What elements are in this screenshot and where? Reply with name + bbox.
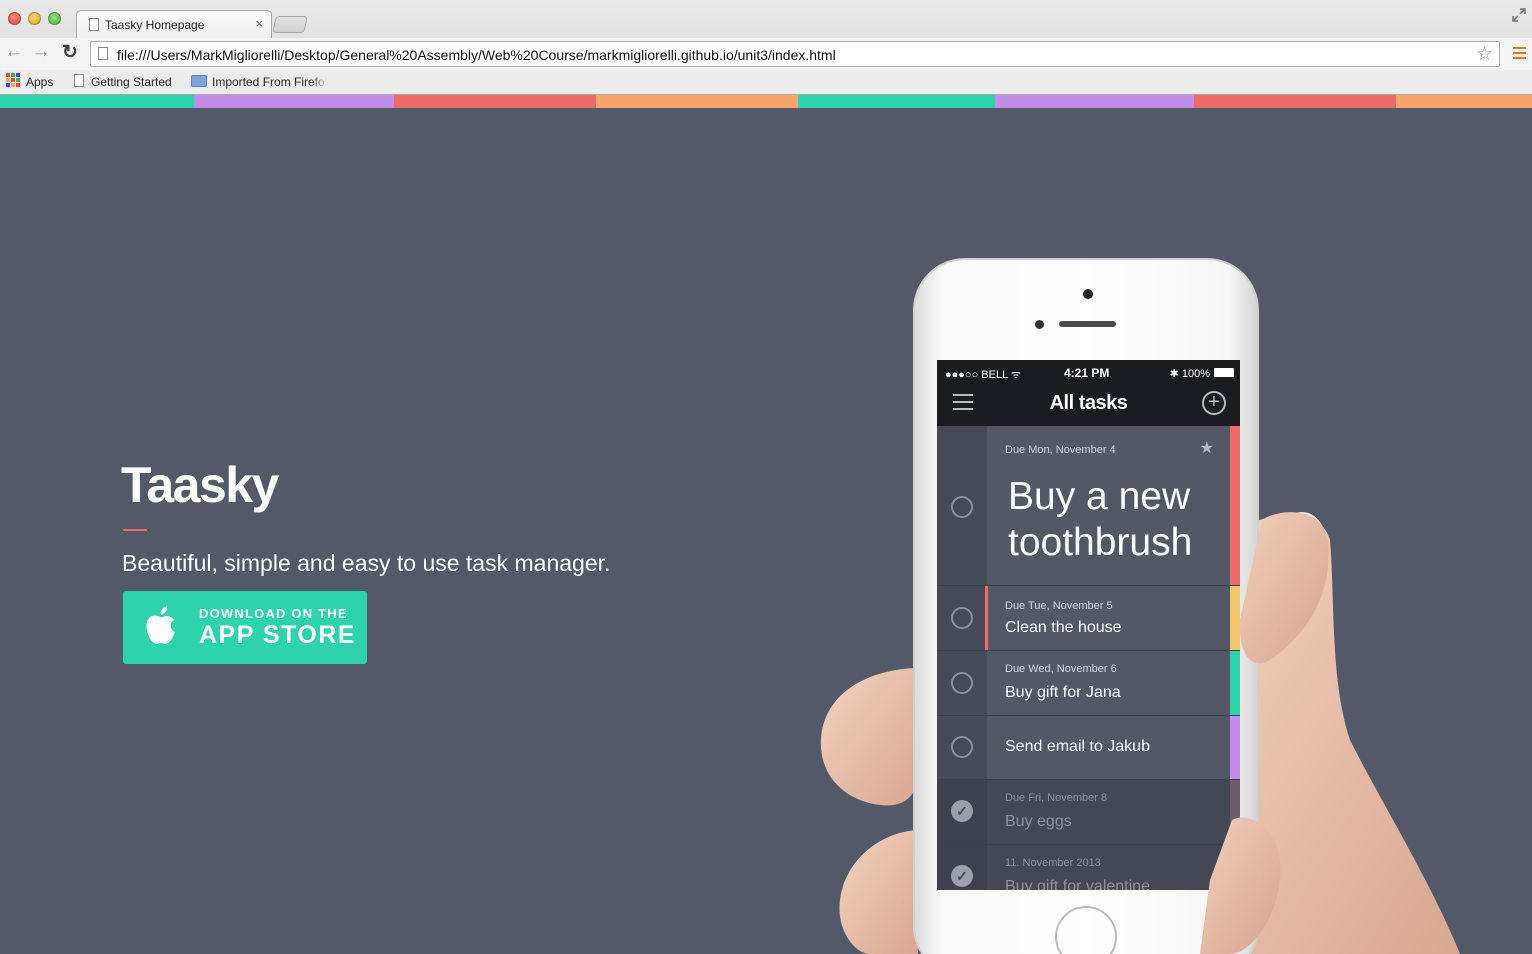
carrier-signal: ●●●○○ BELL ᯤ (945, 369, 1021, 381)
task-color-bar (1230, 586, 1240, 650)
battery-percent: ✱ 100% (1169, 368, 1210, 380)
star-icon[interactable]: ★ (1200, 438, 1214, 458)
task-row[interactable]: Send email to Jakub (937, 716, 1240, 780)
task-checkbox[interactable] (951, 607, 973, 629)
task-title-line: toothbrush (1008, 521, 1193, 564)
task-due-date: Due Fri, November 8 (1005, 792, 1108, 804)
task-checkbox[interactable] (951, 736, 973, 758)
phone-screen: ●●●○○ BELL ᯤ 4:21 PM ✱ 100% All tasks + … (937, 360, 1240, 890)
task-title: Clean the house (1005, 619, 1122, 636)
task-body: Due Fri, November 8 Buy eggs (987, 780, 1230, 844)
task-body: Send email to Jakub (987, 716, 1230, 779)
task-row[interactable]: Due Fri, November 8 Buy eggs ✓ (937, 780, 1240, 845)
task-title: Buy eggs (1005, 813, 1072, 830)
task-checkbox[interactable] (951, 496, 973, 518)
task-list: Due Mon, November 4 Buy a new toothbrush… (937, 426, 1240, 890)
task-checkbox[interactable] (951, 672, 973, 694)
task-due-date: 11. November 2013 (1005, 857, 1101, 869)
phone-home-button (1055, 906, 1117, 954)
task-checkbox-checked[interactable]: ✓ (951, 800, 973, 822)
task-checkbox-checked[interactable]: ✓ (951, 865, 973, 887)
task-title-line: Buy a new (1008, 475, 1191, 518)
task-color-bar (1230, 780, 1240, 844)
app-navbar: All tasks + (937, 384, 1240, 426)
phone-camera (1083, 289, 1093, 299)
task-body: Due Wed, November 6 Buy gift for Jana (987, 651, 1230, 715)
task-row[interactable]: Due Tue, November 5 Clean the house (937, 586, 1240, 651)
task-color-bar (1230, 651, 1240, 715)
task-due-date: Due Wed, November 6 (1005, 663, 1117, 675)
task-title: Send email to Jakub (1005, 738, 1150, 755)
task-body: Due Tue, November 5 Clean the house (987, 586, 1230, 650)
phone-mockup: ●●●○○ BELL ᯤ 4:21 PM ✱ 100% All tasks + … (913, 258, 1259, 954)
task-row[interactable]: Due Mon, November 4 Buy a new toothbrush… (937, 426, 1240, 586)
hand-illustration (820, 512, 1460, 954)
task-body: Due Mon, November 4 Buy a new toothbrush… (987, 426, 1230, 585)
task-title: Buy gift for Jana (1005, 684, 1121, 701)
phone-speaker (1059, 321, 1116, 327)
task-title: Buy a new toothbrush (1008, 474, 1192, 566)
add-task-icon[interactable]: + (1202, 391, 1226, 415)
app-nav-title: All tasks (1049, 392, 1128, 414)
task-title: Buy gift for valentine (1005, 878, 1150, 890)
phone-sensor (1035, 320, 1044, 329)
task-row[interactable]: 11. November 2013 Buy gift for valentine… (937, 845, 1240, 890)
task-due-date: Due Tue, November 5 (1005, 600, 1113, 612)
task-color-bar (1230, 716, 1240, 779)
status-time: 4:21 PM (1064, 366, 1110, 380)
task-due-date: Due Mon, November 4 (1005, 444, 1116, 456)
task-color-bar (1230, 426, 1240, 585)
task-body: 11. November 2013 Buy gift for valentine (987, 845, 1230, 890)
task-row[interactable]: Due Wed, November 6 Buy gift for Jana (937, 651, 1240, 716)
task-color-bar (1230, 845, 1240, 890)
status-bar: ●●●○○ BELL ᯤ 4:21 PM ✱ 100% (937, 360, 1240, 384)
task-selection-accent (985, 586, 988, 650)
battery-icon (1214, 368, 1234, 377)
